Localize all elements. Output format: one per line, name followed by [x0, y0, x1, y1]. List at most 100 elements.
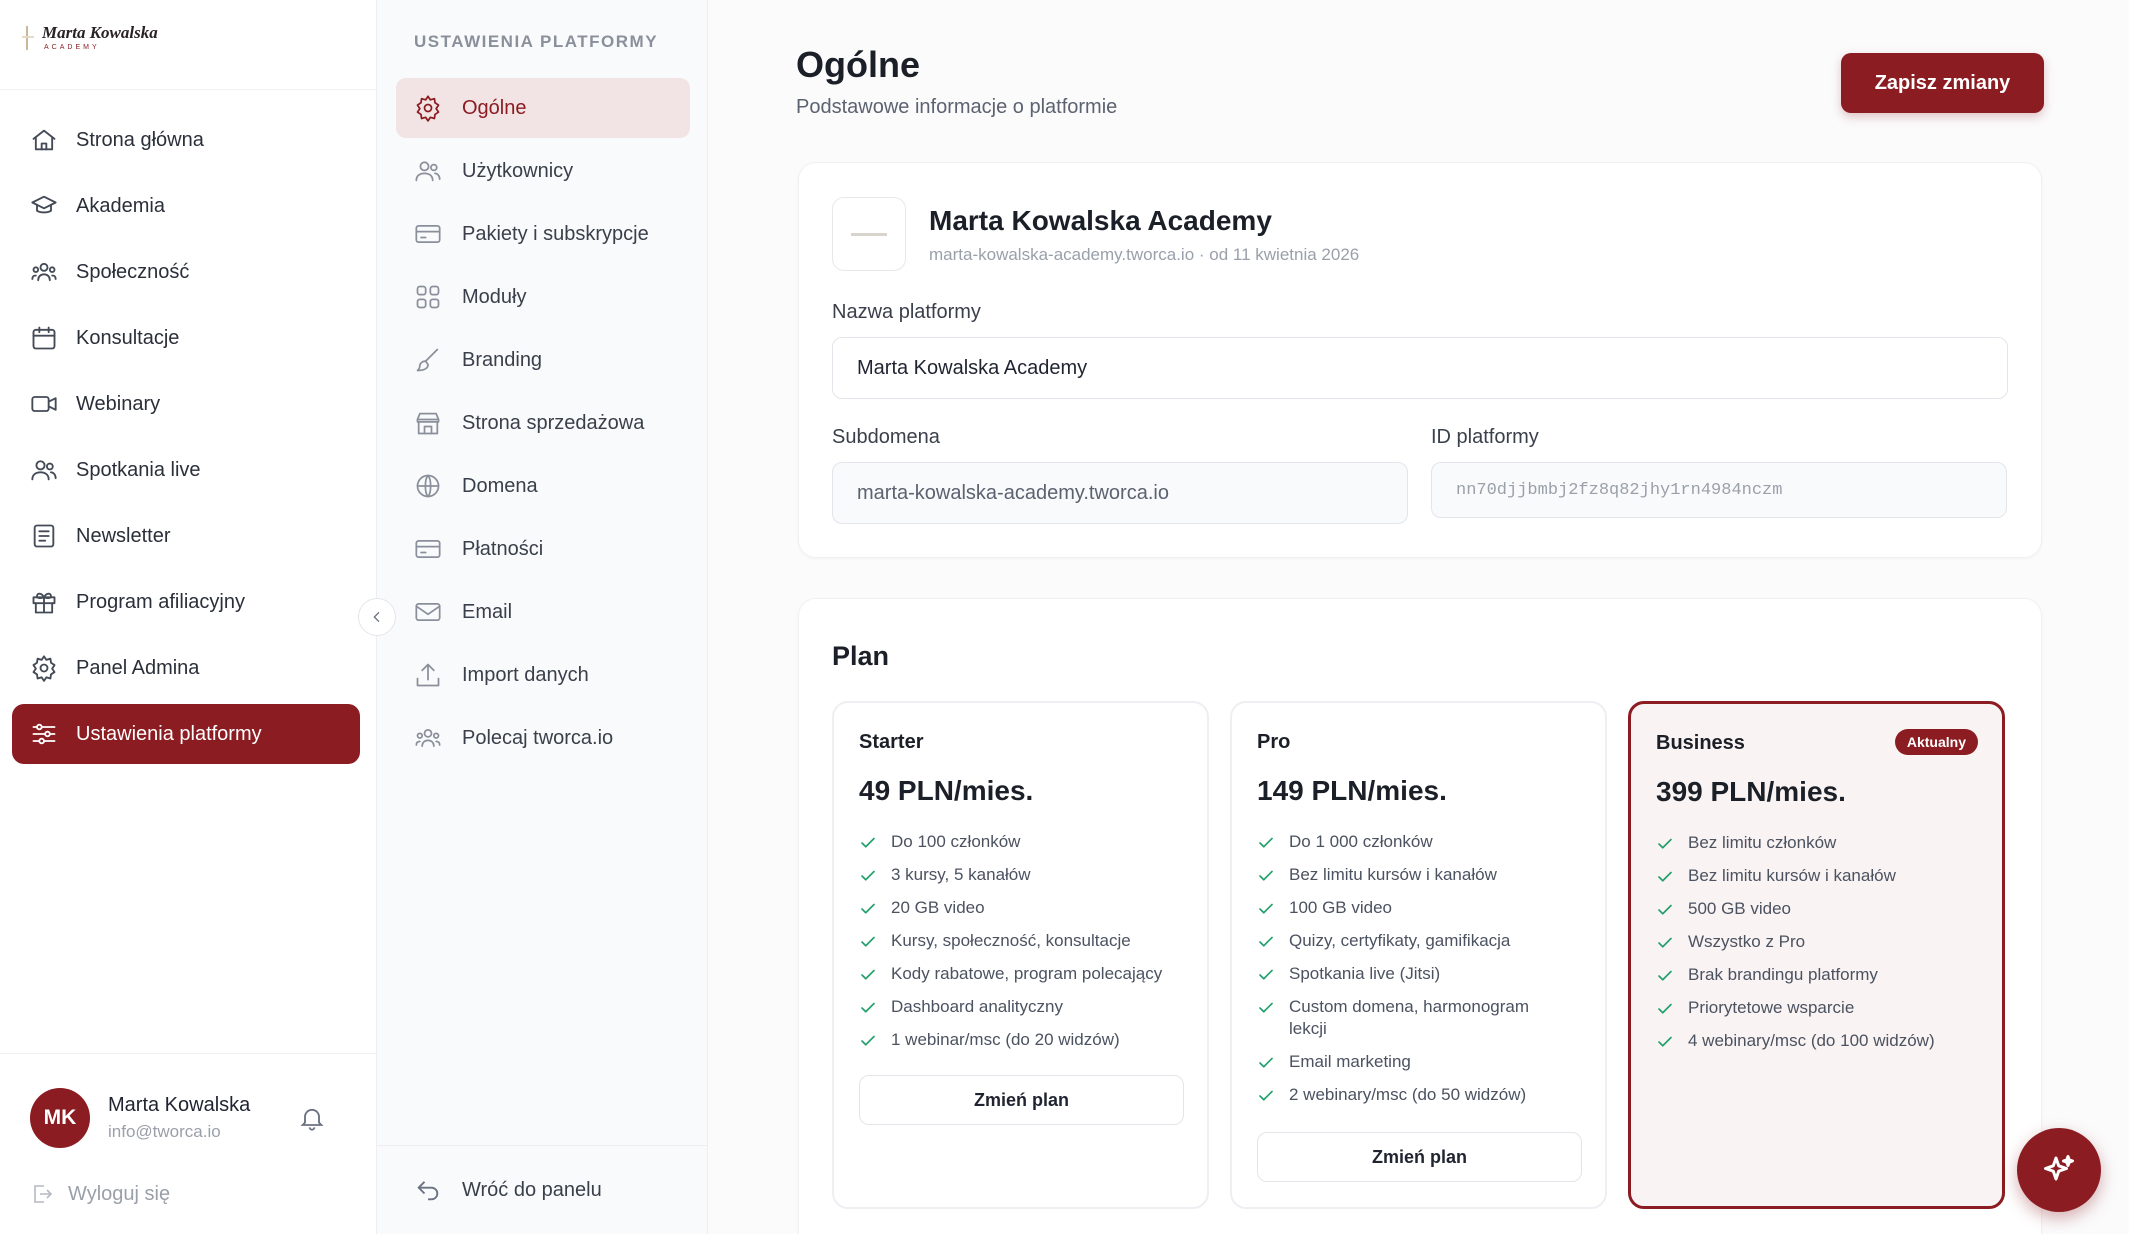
platform-info-card: Marta Kowalska Academy marta-kowalska-ac… — [798, 162, 2042, 558]
bell-icon[interactable] — [298, 1104, 326, 1132]
plan-feature: Custom domena, harmonogram lekcji — [1257, 996, 1542, 1040]
settings-item-branding[interactable]: Branding — [396, 330, 690, 390]
sidebar-item-label: Konsultacje — [76, 326, 180, 349]
logout-label: Wyloguj się — [68, 1182, 171, 1205]
platform-name-input[interactable]: Marta Kowalska Academy — [832, 337, 2008, 399]
change-plan-button[interactable]: Zmień plan — [1257, 1132, 1582, 1182]
sidebar-item-community[interactable]: Społeczność — [12, 242, 360, 302]
plan-feature: Wszystko z Pro — [1656, 931, 1986, 953]
sidebar-item-home[interactable]: Strona główna — [12, 110, 360, 170]
sidebar-item-consultations[interactable]: Konsultacje — [12, 308, 360, 368]
plan-feature: Kody rabatowe, program polecający — [859, 963, 1189, 985]
mail-icon — [415, 602, 441, 622]
plan-feature: 500 GB video — [1656, 898, 1986, 920]
platform-logo — [832, 197, 906, 271]
brand-name: Marta Kowalska — [42, 22, 158, 42]
settings-item-domain[interactable]: Domena — [396, 456, 690, 516]
logo-mark-icon — [22, 22, 36, 52]
settings-item-label: Domena — [462, 474, 538, 497]
sidebar-item-affiliate[interactable]: Program afiliacyjny — [12, 572, 360, 632]
sidebar-item-live-meetings[interactable]: Spotkania live — [12, 440, 360, 500]
chevron-left-icon — [373, 611, 380, 623]
settings-item-label: Import danych — [462, 663, 589, 686]
plan-feature: Kursy, społeczność, konsultacje — [859, 930, 1189, 952]
check-icon — [1658, 937, 1672, 948]
plan-feature: Do 100 członków — [859, 831, 1189, 853]
sidebar-item-admin-panel[interactable]: Panel Admina — [12, 638, 360, 698]
settings-item-packages[interactable]: Pakiety i subskrypcje — [396, 204, 690, 264]
community-icon — [415, 728, 441, 748]
sidebar-item-platform-settings[interactable]: Ustawienia platformy — [12, 704, 360, 764]
check-icon — [861, 837, 875, 848]
settings-item-label: Ogólne — [462, 96, 527, 119]
sidebar-item-label: Panel Admina — [76, 656, 200, 679]
plan-feature: 1 webinar/msc (do 20 widzów) — [859, 1029, 1189, 1051]
undo-arrow-icon — [417, 1181, 439, 1201]
platform-meta: marta-kowalska-academy.tworca.io · od 11… — [929, 245, 1360, 264]
settings-item-users[interactable]: Użytkownicy — [396, 141, 690, 201]
check-icon — [1658, 838, 1672, 849]
avatar[interactable]: MK — [30, 1088, 90, 1148]
logout-button[interactable]: Wyloguj się — [30, 1182, 170, 1206]
settings-item-referral[interactable]: Polecaj tworca.io — [396, 708, 690, 768]
plan-name: Business — [1656, 732, 1745, 754]
home-icon — [32, 129, 56, 151]
sliders-icon — [32, 723, 56, 745]
plan-starter: Starter 49 PLN/mies. Do 100 członków 3 k… — [832, 701, 1209, 1209]
check-icon — [1658, 970, 1672, 981]
check-icon — [861, 1035, 875, 1046]
check-icon — [861, 969, 875, 980]
upload-icon — [416, 663, 440, 687]
platform-id-input[interactable]: nn70djjbmbj2fz8q82jhy1rn4984nczm — [1431, 462, 2007, 518]
plan-features: Do 1 000 członków Bez limitu kursów i ka… — [1257, 831, 1587, 1117]
check-icon — [1259, 936, 1273, 947]
settings-item-label: Płatności — [462, 537, 544, 560]
check-icon — [1259, 1002, 1273, 1013]
sidebar-item-label: Strona główna — [76, 128, 204, 151]
ai-assistant-button[interactable] — [2017, 1128, 2101, 1212]
settings-item-payments[interactable]: Płatności — [396, 519, 690, 579]
plan-pro: Pro 149 PLN/mies. Do 1 000 członków Bez … — [1230, 701, 1607, 1209]
settings-item-email[interactable]: Email — [396, 582, 690, 642]
plan-feature: Brak brandingu platformy — [1656, 964, 1986, 986]
check-icon — [861, 870, 875, 881]
settings-nav-title: USTAWIENIA PLATFORMY — [414, 32, 659, 51]
plan-feature: 3 kursy, 5 kanałów — [859, 864, 1189, 886]
sidebar-item-label: Program afiliacyjny — [76, 590, 245, 613]
subdomain-input[interactable]: marta-kowalska-academy.tworca.io — [832, 462, 1408, 524]
settings-item-import[interactable]: Import danych — [396, 645, 690, 705]
plan-card: Plan Starter 49 PLN/mies. Do 100 członkó… — [798, 598, 2042, 1234]
sidebar-item-academy[interactable]: Akademia — [12, 176, 360, 236]
logout-icon — [34, 1185, 53, 1203]
graduation-cap-icon — [31, 195, 57, 214]
check-icon — [1658, 1036, 1672, 1047]
change-plan-button[interactable]: Zmień plan — [859, 1075, 1184, 1125]
user-name: Marta Kowalska — [108, 1094, 251, 1116]
platform-id-label: ID platformy — [1431, 426, 1539, 448]
collapse-sidebar-button[interactable] — [358, 598, 396, 636]
users-icon — [31, 460, 57, 481]
check-icon — [1259, 837, 1273, 848]
brand-logo[interactable]: Marta Kowalska ACADEMY — [22, 22, 158, 52]
check-icon — [1259, 1057, 1273, 1068]
check-icon — [1259, 870, 1273, 881]
check-icon — [1259, 1090, 1273, 1101]
grid-icon — [416, 285, 440, 309]
back-to-panel-link[interactable]: Wróć do panelu — [414, 1176, 602, 1204]
save-button[interactable]: Zapisz zmiany — [1841, 53, 2044, 113]
gear-icon — [416, 95, 440, 122]
settings-item-label: Polecaj tworca.io — [462, 726, 614, 749]
settings-item-general[interactable]: Ogólne — [396, 78, 690, 138]
plan-business: Business Aktualny 399 PLN/mies. Bez limi… — [1628, 701, 2005, 1209]
settings-item-modules[interactable]: Moduły — [396, 267, 690, 327]
plan-features: Do 100 członków 3 kursy, 5 kanałów 20 GB… — [859, 831, 1189, 1062]
settings-nav: USTAWIENIA PLATFORMY Ogólne Użytkownicy … — [378, 0, 708, 1234]
sidebar-item-webinars[interactable]: Webinary — [12, 374, 360, 434]
settings-item-label: Użytkownicy — [462, 159, 574, 182]
plan-feature: Quizy, certyfikaty, gamifikacja — [1257, 930, 1587, 952]
settings-item-sales-page[interactable]: Strona sprzedażowa — [396, 393, 690, 453]
back-to-panel-label: Wróć do panelu — [462, 1178, 602, 1201]
check-icon — [1658, 1003, 1672, 1014]
sparkles-icon — [2044, 1155, 2074, 1181]
sidebar-item-newsletter[interactable]: Newsletter — [12, 506, 360, 566]
